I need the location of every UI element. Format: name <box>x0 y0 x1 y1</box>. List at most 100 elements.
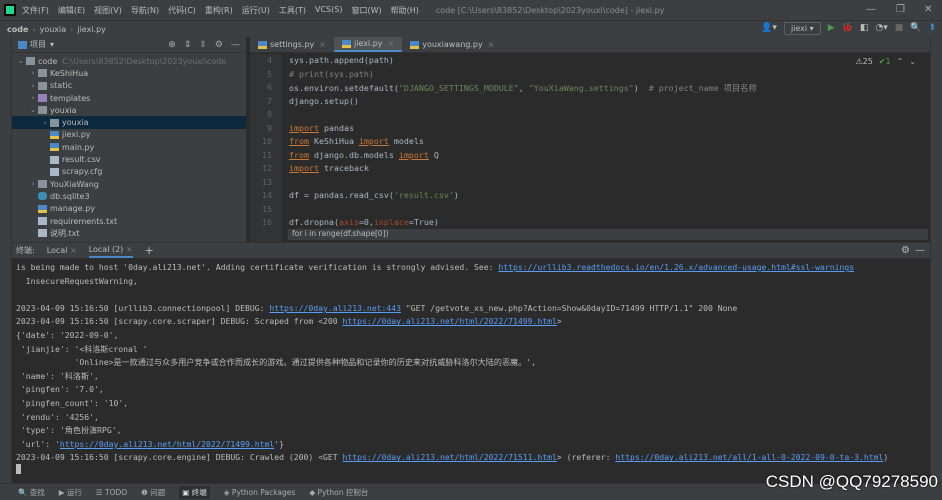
terminal-line: 'name': '科洛斯', <box>16 371 99 382</box>
restore-button[interactable]: ❐ <box>896 4 905 15</box>
minimize-button[interactable]: — <box>866 4 876 15</box>
chevron-right-icon[interactable]: › <box>28 180 38 188</box>
terminal-tab-local-2[interactable]: Local (2) × <box>88 243 133 258</box>
tree-item[interactable]: › templates <box>12 92 246 104</box>
code-token: django.setup() <box>289 95 359 106</box>
bottom-tool-1[interactable]: ▶ 运行 <box>59 487 82 498</box>
new-terminal-button[interactable]: + <box>145 242 154 259</box>
terminal-text: 2023-04-09 15:16:50 [scrapy.core.scraper… <box>16 316 343 327</box>
file-icon <box>50 143 59 152</box>
tree-item[interactable]: 说明.txt <box>12 227 246 239</box>
terminal-link[interactable]: https://0day.ali213.net/html/2022/71499.… <box>342 316 556 326</box>
tree-item[interactable]: requirements.txt <box>12 215 246 227</box>
editor-tab[interactable]: settings.py × <box>250 37 334 52</box>
terminal-text: 'pingfen': '7.0', <box>16 384 104 395</box>
tree-item[interactable]: ⌄ youxia <box>12 104 246 116</box>
editor-tab[interactable]: jiexi.py × <box>333 37 403 52</box>
navigation-bar: code › youxia › jiexi.py 👤▾ jiexi ▾ ▶ 🐞 ◧ … <box>0 20 942 37</box>
close-tab-icon[interactable]: × <box>488 40 495 49</box>
tree-item[interactable]: jiexi.py <box>12 129 246 141</box>
terminal-text: {'date': '2022-09-0', <box>16 330 119 340</box>
breadcrumb-item[interactable]: code <box>7 25 28 34</box>
code-line: 15 <box>250 204 910 217</box>
chevron-right-icon[interactable]: › <box>28 94 38 102</box>
line-number: 15 <box>262 203 272 214</box>
menu-item[interactable]: 窗口(W) <box>351 5 381 16</box>
tree-item-label: code <box>38 56 58 66</box>
terminal-link[interactable]: https://0day.ali213.net/html/2022/71499.… <box>60 439 274 449</box>
bottom-tool-4[interactable]: ▣ 终端 <box>179 485 210 499</box>
folder-icon <box>26 57 35 66</box>
terminal-line: 'rendu': '4256', <box>16 412 99 422</box>
chevron-down-icon[interactable]: ⌄ <box>28 106 38 114</box>
menu-item[interactable]: 代码(C) <box>168 5 196 16</box>
terminal-link[interactable]: https://0day.ali213.net:443 <box>269 303 401 313</box>
close-button[interactable]: ✕ <box>924 4 932 15</box>
tree-item[interactable]: main.py <box>12 141 246 153</box>
stop-icon[interactable]: ■ <box>895 24 904 33</box>
code-token: # project_name 项目名称 <box>648 83 757 93</box>
terminal-link[interactable]: https://urllib3.readthedocs.io/en/1.26.x… <box>498 262 854 272</box>
breadcrumb-item[interactable]: youxia <box>40 25 67 34</box>
run-config-dropdown[interactable]: jiexi ▾ <box>783 22 821 35</box>
code-line: 5 # print(sys.path) <box>250 69 910 82</box>
menu-item[interactable]: 编辑(E) <box>58 5 85 16</box>
menu-item[interactable]: 运行(U) <box>242 5 270 16</box>
menu-item[interactable]: 工具(T) <box>279 5 306 16</box>
menu-item[interactable]: VCS(S) <box>315 5 342 16</box>
terminal-link[interactable]: https://0day.ali213.net/html/2022/71511.… <box>342 452 556 462</box>
tree-item[interactable]: db.sqlite3 <box>12 190 246 202</box>
run-config-label: jiexi <box>790 24 808 33</box>
hide-icon[interactable]: — <box>231 40 240 50</box>
tree-item[interactable]: › youxia <box>12 116 246 129</box>
terminal-link[interactable]: https://0day.ali213.net/all/1-all-0-2022… <box>615 452 883 462</box>
terminal-tab-local[interactable]: Local × <box>47 244 77 257</box>
tree-item[interactable]: › static <box>12 80 246 92</box>
tree-item[interactable]: manage.py <box>12 203 246 215</box>
menu-item[interactable]: 导航(N) <box>131 5 159 16</box>
breadcrumb-item[interactable]: jiexi.py <box>77 25 106 34</box>
bottom-tool-0[interactable]: 🔍 查找 <box>18 487 45 498</box>
search-icon[interactable]: 🔍 <box>910 24 921 33</box>
terminal-text: InsecureRequestWarning, <box>16 275 138 286</box>
gear-icon[interactable]: ⚙ <box>901 245 910 256</box>
file-icon <box>50 130 59 139</box>
bottom-tool-6[interactable]: ◆ Python 控制台 <box>309 487 368 498</box>
tree-item[interactable]: scrapy.cfg <box>12 166 246 178</box>
terminal-label: 终端: <box>16 246 35 255</box>
chevron-right-icon[interactable]: › <box>40 119 50 127</box>
tree-item[interactable]: result.csv <box>12 153 246 165</box>
gear-icon[interactable]: ⚙ <box>215 40 223 50</box>
locate-icon[interactable]: ⊕ <box>168 40 176 50</box>
chevron-down-icon[interactable]: ⌄ <box>909 57 916 66</box>
user-icon[interactable]: 👤▾ <box>761 24 777 33</box>
run-icon[interactable]: ▶ <box>828 24 835 33</box>
project-panel-title[interactable]: 项目 <box>30 39 46 50</box>
update-icon[interactable]: ⬆ <box>928 24 936 33</box>
bottom-tool-5[interactable]: ◈ Python Packages <box>224 488 296 497</box>
tree-item[interactable]: ⌄ code C:\Users\83852\Desktop\2023youxi\co… <box>12 55 246 67</box>
tree-item[interactable]: › YouXiaWang <box>12 178 246 190</box>
debug-icon[interactable]: 🐞 <box>842 24 853 33</box>
chevron-down-icon[interactable]: ⌄ <box>16 57 26 65</box>
hide-icon[interactable]: — <box>915 245 925 256</box>
close-tab-icon[interactable]: × <box>388 39 395 48</box>
menu-item[interactable]: 帮助(H) <box>391 5 419 16</box>
bottom-tool-2[interactable]: ☰ TODO <box>96 488 127 497</box>
collapse-all-icon[interactable]: ⇳ <box>199 40 207 50</box>
menu-item[interactable]: 文件(F) <box>22 5 49 16</box>
profile-icon[interactable]: ◔▾ <box>875 24 887 33</box>
expand-all-icon[interactable]: ⇕ <box>184 40 192 50</box>
chevron-right-icon[interactable]: › <box>28 69 38 77</box>
bottom-tool-3[interactable]: ❶ 问题 <box>141 487 165 498</box>
editor-tab[interactable]: youxiawang.py × <box>402 37 502 52</box>
tab-label: Local <box>46 246 68 255</box>
chevron-right-icon[interactable]: › <box>28 82 38 90</box>
tool-icon: ▶ <box>58 487 67 497</box>
coverage-icon[interactable]: ◧ <box>860 24 869 33</box>
tree-item[interactable]: › KeShiHua <box>12 67 246 79</box>
menu-item[interactable]: 重构(R) <box>205 5 233 16</box>
tree-item-label: 说明.txt <box>50 228 80 238</box>
close-tab-icon[interactable]: × <box>319 40 326 49</box>
menu-item[interactable]: 视图(V) <box>94 5 122 16</box>
